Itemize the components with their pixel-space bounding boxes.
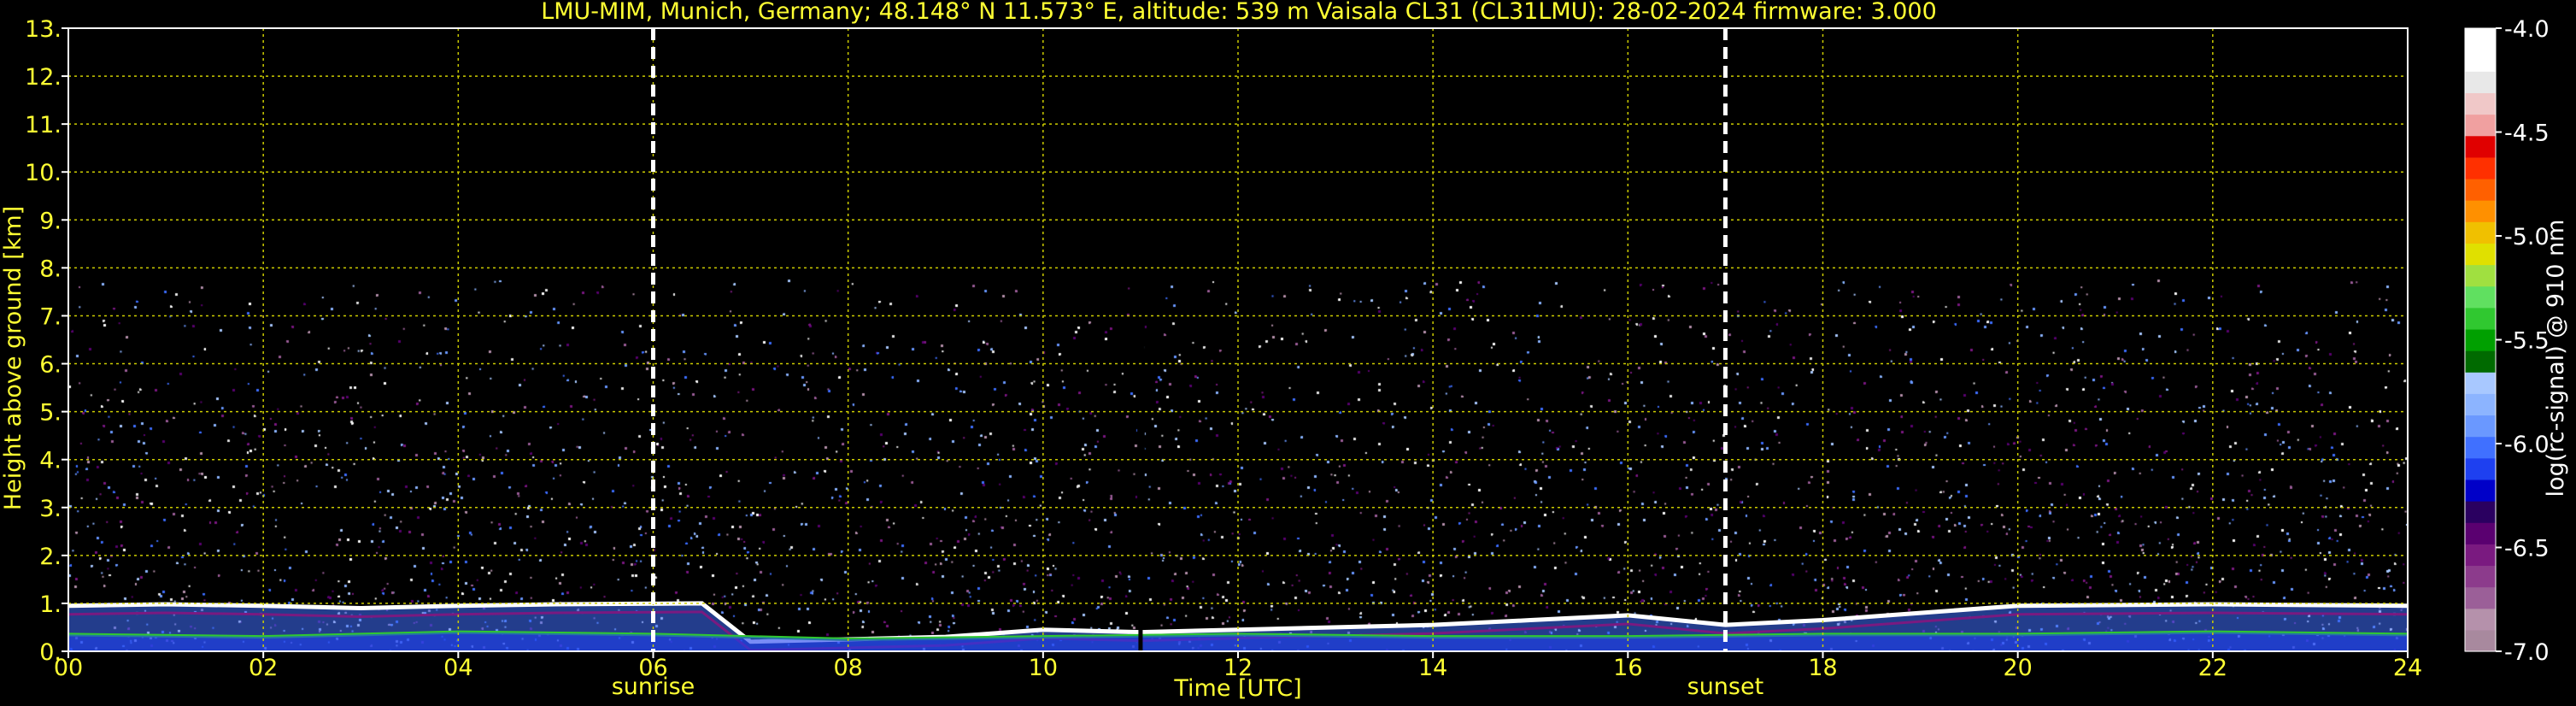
colorbar-segment xyxy=(2465,415,2496,438)
colorbar-segment xyxy=(2465,479,2496,502)
colorbar-segment xyxy=(2465,178,2496,201)
colorbar-tick-label: -4.5 xyxy=(2504,121,2550,147)
colorbar-segment xyxy=(2465,71,2496,94)
x-tick-label: 16 xyxy=(1613,655,1642,681)
x-tick-label: 04 xyxy=(443,655,472,681)
x-tick-label: 12 xyxy=(1223,655,1253,681)
colorbar-segment xyxy=(2465,544,2496,567)
colorbar-segment xyxy=(2465,285,2496,309)
plot-area xyxy=(67,27,2409,652)
colorbar-segment xyxy=(2465,501,2496,523)
colorbar-segment xyxy=(2465,264,2496,287)
colorbar-segment xyxy=(2465,522,2496,544)
y-tick-label: 7. xyxy=(39,303,62,330)
x-tick-label: 02 xyxy=(249,655,278,681)
y-tick-label: 3. xyxy=(39,496,62,522)
colorbar-segment xyxy=(2465,328,2496,351)
colorbar-segment xyxy=(2465,586,2496,609)
x-tick-label: 18 xyxy=(1808,655,1837,681)
x-tick-label: 10 xyxy=(1029,655,1058,681)
colorbar-segment xyxy=(2465,156,2496,179)
y-tick-label: 5. xyxy=(39,400,62,427)
colorbar-segment xyxy=(2465,307,2496,330)
colorbar-segment xyxy=(2465,457,2496,480)
y-tick-label: 6. xyxy=(39,352,62,379)
chart-title: LMU-MIM, Munich, Germany; 48.148° N 11.5… xyxy=(541,0,1937,25)
colorbar-tick-label: -4.0 xyxy=(2504,16,2550,43)
y-axis-label: Height above ground [km] xyxy=(0,206,26,510)
colorbar-segment xyxy=(2465,372,2496,394)
colorbar-segment xyxy=(2465,92,2496,115)
ceilometer-chart: LMU-MIM, Munich, Germany; 48.148° N 11.5… xyxy=(0,0,2569,702)
y-tick-label: 11. xyxy=(25,112,62,138)
colorbar-segment xyxy=(2465,629,2496,652)
colorbar-segment xyxy=(2465,393,2496,416)
y-tick-label: 13. xyxy=(25,16,62,43)
colorbar-tick-label: -7.0 xyxy=(2504,639,2550,666)
y-tick-label: 4. xyxy=(39,448,62,474)
x-tick-label: 08 xyxy=(833,655,862,681)
colorbar-segment xyxy=(2465,243,2496,266)
colorbar-segment xyxy=(2465,608,2496,631)
colorbar-segment xyxy=(2465,135,2496,158)
y-tick-label: 12. xyxy=(25,64,62,91)
x-tick-label: 20 xyxy=(2003,655,2032,681)
colorbar-segment xyxy=(2465,114,2496,137)
x-tick-label: 22 xyxy=(2198,655,2227,681)
event-label-sunset: sunset xyxy=(1687,674,1764,700)
x-tick-label: 00 xyxy=(54,655,83,681)
colorbar-segment xyxy=(2465,200,2496,222)
y-tick-label: 1. xyxy=(39,591,62,618)
colorbar-segment xyxy=(2465,28,2496,50)
colorbar-tick-label: -6.5 xyxy=(2504,536,2550,562)
colorbar-segment xyxy=(2465,350,2496,373)
colorbar-segment xyxy=(2465,221,2496,244)
y-tick-label: 8. xyxy=(39,256,62,282)
colorbar-label: log(rc-signal) @ 910 nm xyxy=(2543,220,2569,497)
x-tick-label: 06 xyxy=(638,655,667,681)
colorbar: -4.0-4.5-5.0-5.5-6.0-6.5-7.0 xyxy=(2464,16,2550,666)
y-tick-label: 2. xyxy=(39,544,62,570)
x-tick-label: 24 xyxy=(2393,655,2422,681)
colorbar-segment xyxy=(2465,436,2496,459)
colorbar-segment xyxy=(2465,565,2496,588)
y-tick-label: 9. xyxy=(39,208,62,234)
x-tick-label: 14 xyxy=(1418,655,1447,681)
colorbar-segment xyxy=(2465,50,2496,72)
y-tick-label: 10. xyxy=(25,160,62,186)
